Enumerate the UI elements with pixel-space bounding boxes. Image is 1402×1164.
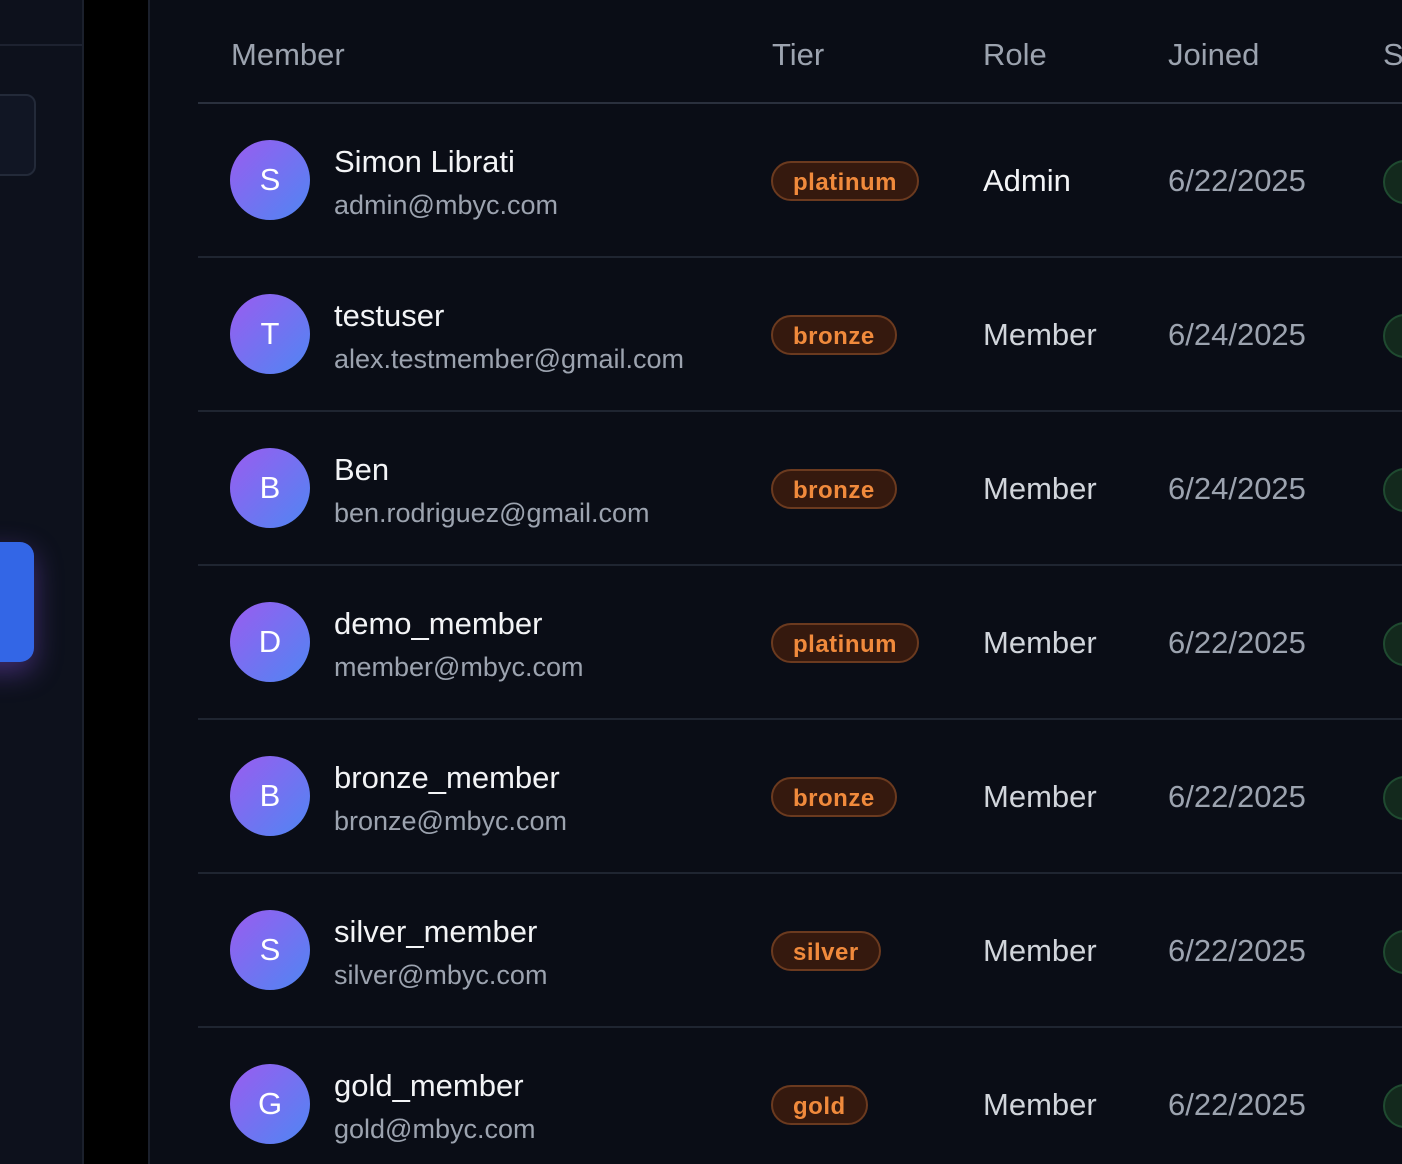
table-row[interactable]: T testuser alex.testmember@gmail.com bro… (198, 258, 1402, 412)
avatar: G (230, 1064, 310, 1144)
joined-date: 6/24/2025 (1168, 471, 1306, 506)
avatar-initial: S (259, 162, 281, 197)
avatar: D (230, 602, 310, 682)
status-badge (1383, 1084, 1402, 1128)
avatar: S (230, 910, 310, 990)
joined-date: 6/22/2025 (1168, 163, 1306, 198)
sidebar (0, 0, 84, 1164)
member-name: Ben (334, 452, 390, 487)
status-badge (1383, 930, 1402, 974)
sidebar-input-field[interactable] (0, 94, 36, 176)
sidebar-gutter (84, 0, 150, 1164)
avatar-initial: B (259, 470, 281, 505)
status-badge (1383, 468, 1402, 512)
column-header-tier[interactable]: Tier (772, 36, 824, 74)
avatar: S (230, 140, 310, 220)
tier-badge: bronze (771, 777, 897, 817)
avatar: T (230, 294, 310, 374)
tier-badge: platinum (771, 623, 919, 663)
member-name: bronze_member (334, 760, 560, 795)
member-name: Simon Librati (334, 144, 515, 179)
table-row[interactable]: S silver_member silver@mbyc.com silver M… (198, 874, 1402, 1028)
member-role: Member (983, 471, 1097, 506)
avatar-initial: D (258, 624, 282, 659)
tier-badge: silver (771, 931, 881, 971)
member-email: alex.testmember@gmail.com (334, 344, 685, 374)
tier-badge: bronze (771, 469, 897, 509)
table-row[interactable]: D demo_member member@mbyc.com platinum M… (198, 566, 1402, 720)
column-header-status[interactable]: S (1383, 36, 1402, 74)
member-email: gold@mbyc.com (334, 1114, 536, 1144)
member-role: Member (983, 933, 1097, 968)
tier-badge: platinum (771, 161, 919, 201)
member-role: Member (983, 779, 1097, 814)
avatar-initial: S (259, 932, 281, 967)
member-role: Member (983, 1087, 1097, 1122)
avatar-initial: B (259, 778, 281, 813)
member-email: silver@mbyc.com (334, 960, 548, 990)
member-role: Admin (983, 163, 1071, 198)
tier-badge: bronze (771, 315, 897, 355)
member-email: bronze@mbyc.com (334, 806, 567, 836)
member-role: Member (983, 625, 1097, 660)
member-name: gold_member (334, 1068, 524, 1103)
members-table: Member Tier Role Joined S S Simon Librat… (198, 0, 1402, 1164)
avatar: B (230, 756, 310, 836)
member-name: testuser (334, 298, 445, 333)
app-window: Member Tier Role Joined S S Simon Librat… (0, 0, 1402, 1164)
table-body: S Simon Librati admin@mbyc.com platinum … (198, 104, 1402, 1164)
joined-date: 6/22/2025 (1168, 1087, 1306, 1122)
avatar-initial: G (257, 1086, 283, 1121)
member-email: ben.rodriguez@gmail.com (334, 498, 650, 528)
avatar: B (230, 448, 310, 528)
sidebar-divider (0, 44, 82, 46)
table-row[interactable]: B Ben ben.rodriguez@gmail.com bronze Mem… (198, 412, 1402, 566)
table-row[interactable]: B bronze_member bronze@mbyc.com bronze M… (198, 720, 1402, 874)
tier-badge: gold (771, 1085, 868, 1125)
column-header-role[interactable]: Role (983, 36, 1047, 74)
status-badge (1383, 622, 1402, 666)
status-badge (1383, 776, 1402, 820)
member-name: demo_member (334, 606, 543, 641)
table-row[interactable]: G gold_member gold@mbyc.com gold Member … (198, 1028, 1402, 1164)
member-role: Member (983, 317, 1097, 352)
status-badge (1383, 160, 1402, 204)
column-header-joined[interactable]: Joined (1168, 36, 1259, 74)
table-row[interactable]: S Simon Librati admin@mbyc.com platinum … (198, 104, 1402, 258)
joined-date: 6/22/2025 (1168, 625, 1306, 660)
table-header: Member Tier Role Joined S (198, 0, 1402, 104)
status-badge (1383, 314, 1402, 358)
sidebar-active-nav-item[interactable] (0, 542, 34, 662)
member-email: admin@mbyc.com (334, 190, 558, 220)
member-email: member@mbyc.com (334, 652, 584, 682)
joined-date: 6/22/2025 (1168, 779, 1306, 814)
joined-date: 6/24/2025 (1168, 317, 1306, 352)
column-header-member[interactable]: Member (231, 36, 345, 74)
avatar-initial: T (260, 316, 280, 351)
joined-date: 6/22/2025 (1168, 933, 1306, 968)
member-name: silver_member (334, 914, 538, 949)
